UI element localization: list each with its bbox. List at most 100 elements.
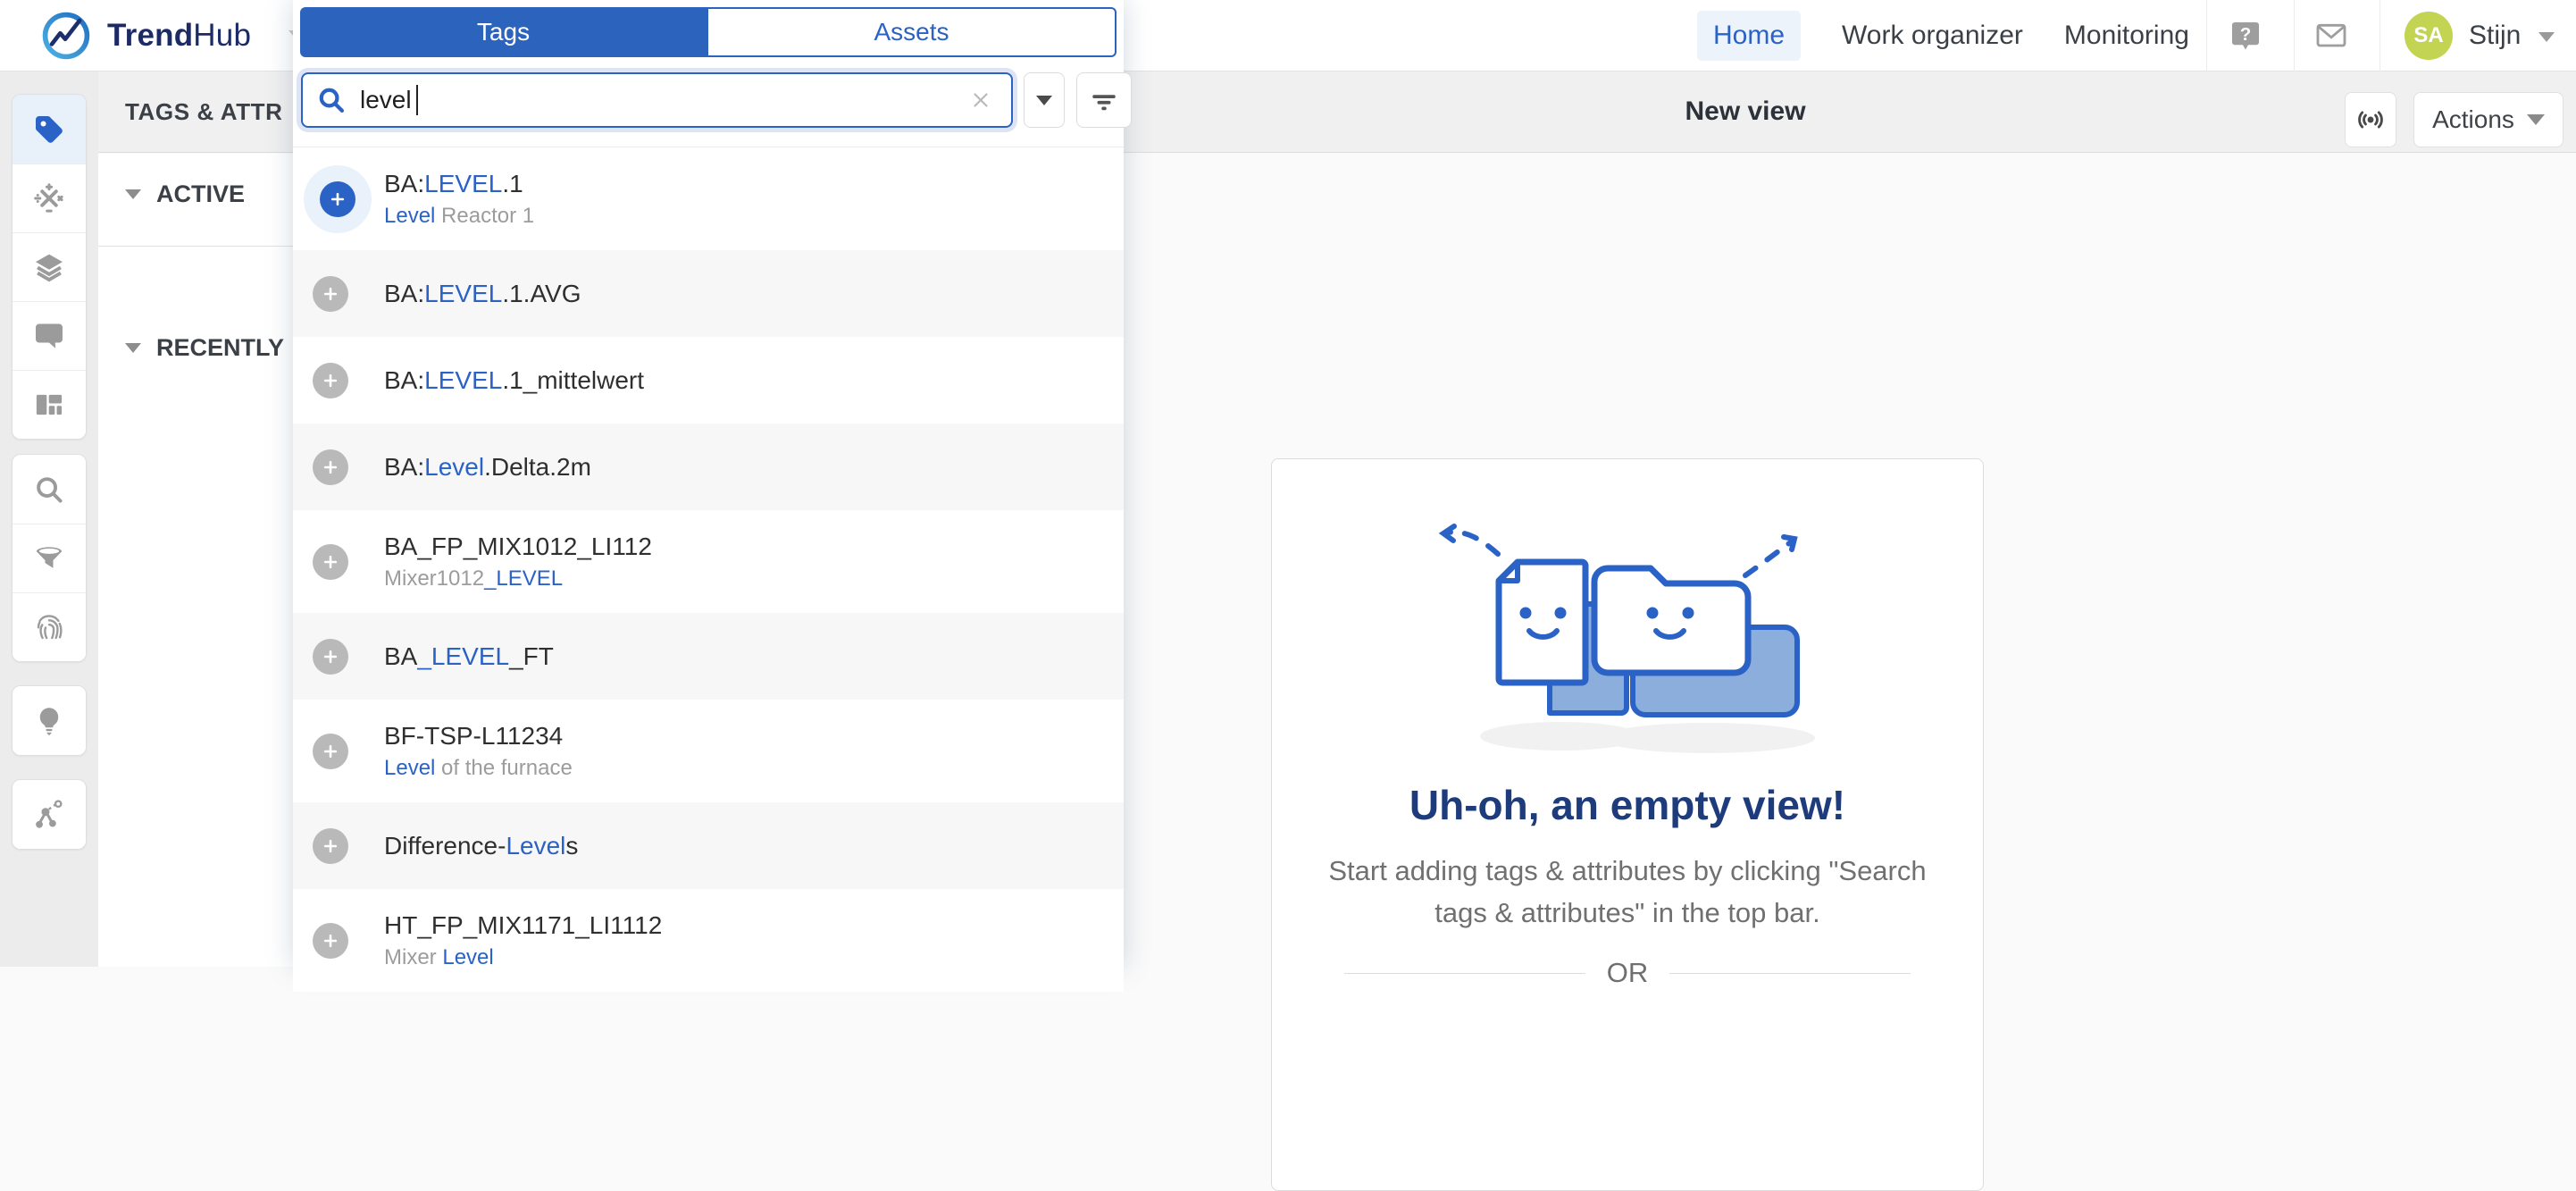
sidebar-lightbulb-button[interactable] — [13, 686, 86, 755]
search-result-row[interactable]: BF-TSP-L11234 Level of the furnace — [293, 700, 1124, 802]
section-active-label: ACTIVE — [156, 180, 246, 207]
node-graph-icon — [33, 799, 65, 831]
view-title: New view — [1685, 96, 1806, 126]
result-texts: Difference-Levels — [384, 831, 578, 861]
divider-line — [1669, 972, 1911, 974]
sidebar-math-functions-button[interactable] — [13, 164, 86, 232]
plus-wrap — [313, 449, 384, 485]
plus-wrap — [313, 922, 384, 959]
tag-search-popup: Tags Assets BA:LEVEL.1Level Reactor 1BA:… — [293, 0, 1132, 992]
plus-wrap — [313, 362, 384, 398]
sidebar-group — [12, 685, 87, 756]
user-avatar[interactable]: SA — [2405, 12, 2453, 60]
sidebar-filter-button[interactable] — [13, 524, 86, 592]
trendhub-logo[interactable]: TrendHub — [39, 0, 309, 71]
result-title: BA_LEVEL_FT — [384, 642, 554, 670]
result-subtitle: Mixer1012_LEVEL — [384, 566, 564, 591]
search-row — [301, 72, 1132, 128]
result-title: BA:LEVEL.1_mittelwert — [384, 365, 645, 394]
add-tag-plus-icon[interactable] — [313, 922, 348, 959]
add-tag-plus-icon[interactable] — [313, 362, 348, 398]
sidebar-tag-button[interactable] — [13, 95, 86, 164]
empty-view-title: Uh-oh, an empty view! — [1409, 782, 1846, 828]
result-texts: BA:LEVEL.1.AVG — [384, 279, 581, 309]
result-texts: HT_FP_MIX1171_LI1112 Mixer Level — [384, 910, 662, 970]
help-icon[interactable]: ? — [2226, 0, 2265, 71]
search-result-row[interactable]: BA_FP_MIX1012_LI112 Mixer1012_LEVEL — [293, 510, 1124, 613]
chevron-down-icon — [1036, 95, 1052, 105]
search-result-row[interactable]: BA:LEVEL.1 Level Reactor 1 — [293, 147, 1124, 250]
section-active[interactable]: ACTIVE — [125, 180, 245, 208]
search-result-row[interactable]: Difference-Levels — [293, 802, 1124, 889]
search-result-row[interactable]: BA_LEVEL_FT — [293, 613, 1124, 700]
nav-monitoring[interactable]: Monitoring — [2064, 21, 2189, 51]
search-result-row[interactable]: HT_FP_MIX1171_LI1112 Mixer Level — [293, 889, 1124, 992]
result-texts: BA:LEVEL.1_mittelwert — [384, 365, 644, 396]
sidebar-fingerprint-button[interactable] — [13, 592, 86, 661]
collapse-chevron-down-icon — [125, 343, 141, 353]
tab-assets[interactable]: Assets — [707, 7, 1117, 57]
result-title: HT_FP_MIX1171_LI1112 — [384, 911, 663, 939]
search-input[interactable] — [301, 72, 1013, 128]
add-tag-plus-icon[interactable] — [313, 275, 348, 312]
clear-search-icon[interactable] — [969, 88, 992, 112]
popup-tabs: Tags Assets — [300, 7, 1117, 57]
mail-icon[interactable] — [2312, 0, 2351, 71]
tab-tags[interactable]: Tags — [300, 7, 707, 57]
layers-icon — [33, 251, 65, 283]
fingerprint-icon — [33, 611, 65, 643]
result-texts: BA:Level.Delta.2m — [384, 452, 591, 482]
sidebar-node-graph-button[interactable] — [13, 780, 86, 849]
tags-attributes-panel-title: TAGS & ATTR — [125, 97, 283, 125]
live-mode-button[interactable] — [2345, 92, 2396, 147]
brand-name: TrendHub — [107, 18, 252, 53]
add-tag-plus-icon[interactable] — [313, 827, 348, 864]
actions-chevron-down-icon — [2526, 114, 2545, 125]
user-menu-chevron-down-icon[interactable] — [2538, 32, 2555, 42]
result-title: BA:LEVEL.1 — [384, 170, 523, 197]
broadcast-icon — [2354, 104, 2387, 136]
sidebar-comment-button[interactable] — [13, 301, 86, 370]
add-tag-plus-icon[interactable] — [313, 733, 348, 769]
header-divider — [2294, 0, 2295, 71]
search-results-list: BA:LEVEL.1 Level Reactor 1 BA:LEVEL.1.AVG B… — [293, 147, 1124, 992]
collapse-chevron-down-icon — [125, 189, 141, 199]
search-result-row[interactable]: BA:LEVEL.1_mittelwert — [293, 337, 1124, 424]
tag-icon — [33, 113, 65, 146]
result-title: BA:LEVEL.1.AVG — [384, 279, 581, 307]
result-title: Difference-Levels — [384, 831, 579, 860]
add-tag-plus-icon[interactable] — [313, 449, 348, 485]
nav-home[interactable]: Home — [1697, 11, 1802, 61]
sidebar-layers-button[interactable] — [13, 232, 86, 301]
filter-results-button[interactable] — [1076, 72, 1132, 128]
sidebar-group — [12, 454, 87, 662]
actions-label: Actions — [2432, 105, 2514, 133]
math-functions-icon — [33, 182, 65, 214]
add-tag-plus-icon[interactable] — [313, 638, 348, 675]
dashboard-layout-icon — [33, 389, 65, 421]
empty-view-description: Start adding tags & attributes by clicki… — [1328, 855, 1927, 928]
trendhub-logo-icon — [39, 9, 93, 63]
search-options-dropdown-button[interactable] — [1024, 72, 1065, 128]
plus-wrap — [313, 275, 384, 312]
sidebar-dashboard-layout-button[interactable] — [13, 370, 86, 439]
section-recently[interactable]: RECENTLY — [125, 334, 284, 362]
main-nav: Home Work organizer Monitoring — [1697, 0, 2189, 71]
plus-wrap — [313, 827, 384, 864]
user-name[interactable]: Stijn — [2469, 0, 2521, 71]
search-result-row[interactable]: BA:LEVEL.1.AVG — [293, 250, 1124, 337]
add-tag-plus-icon[interactable] — [320, 180, 355, 217]
search-icon — [33, 474, 65, 506]
result-texts: BA_LEVEL_FT — [384, 642, 554, 672]
actions-button[interactable]: Actions — [2413, 92, 2563, 147]
sidebar-search-button[interactable] — [13, 455, 86, 524]
plus-wrap — [313, 543, 384, 580]
result-texts: BF-TSP-L11234 Level of the furnace — [384, 721, 573, 781]
add-tag-plus-icon[interactable] — [313, 543, 348, 580]
search-result-row[interactable]: BA:Level.Delta.2m — [293, 424, 1124, 510]
sidebar-group — [12, 779, 87, 850]
or-label: OR — [1606, 957, 1649, 988]
divider-line — [1343, 972, 1585, 974]
lightbulb-icon — [33, 705, 65, 737]
nav-work-organizer[interactable]: Work organizer — [1842, 21, 2023, 51]
